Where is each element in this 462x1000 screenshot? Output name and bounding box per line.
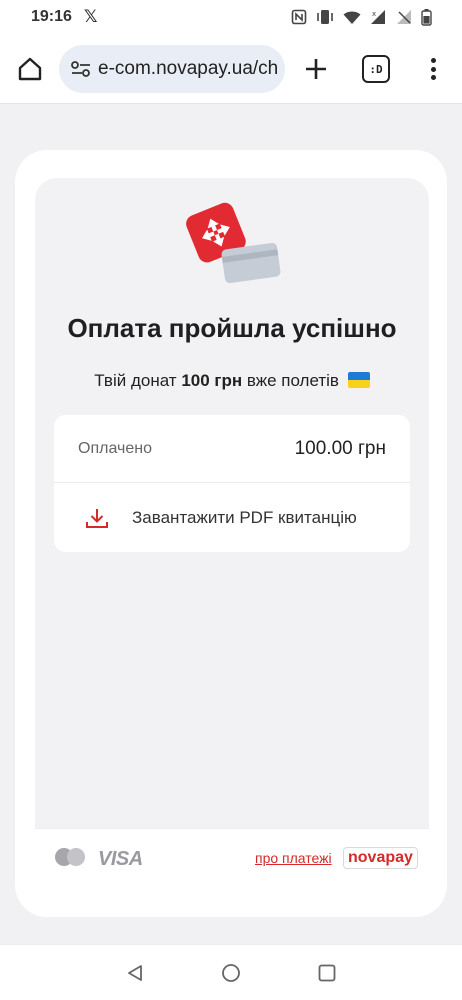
download-icon xyxy=(84,505,110,531)
signal-icon: x xyxy=(370,9,387,25)
plus-icon xyxy=(306,59,326,79)
battery-icon xyxy=(421,8,432,26)
donation-message: Твій донат 100 грн вже полетів xyxy=(35,371,429,391)
svg-text:x: x xyxy=(372,10,376,18)
status-icons: x xyxy=(291,8,432,26)
visa-logo: VISA xyxy=(98,848,143,870)
success-panel: Оплата пройшла успішно Твій донат 100 гр… xyxy=(35,178,429,828)
novapay-logo: novapay xyxy=(343,847,418,869)
mastercard-logo xyxy=(55,848,85,866)
signal-off-icon xyxy=(396,9,412,25)
nfc-icon xyxy=(291,9,307,25)
paid-amount: 100.00 грн xyxy=(294,437,386,459)
home-nav-icon xyxy=(222,963,240,982)
url-text[interactable]: e-com.novapay.ua/ch xyxy=(98,58,278,80)
home-nav-button[interactable] xyxy=(220,962,242,984)
x-app-icon: 𝕏 xyxy=(83,7,98,26)
paid-row: Оплачено 100.00 грн xyxy=(54,415,410,483)
about-payments-link[interactable]: про платежі xyxy=(255,850,332,866)
wifi-icon xyxy=(343,10,361,25)
download-receipt-button[interactable]: Завантажити PDF квитанцію xyxy=(54,483,410,552)
recents-icon xyxy=(318,964,336,981)
ukraine-flag-icon xyxy=(347,372,370,388)
donation-amount: 100 грн xyxy=(181,371,243,390)
site-settings-icon xyxy=(71,61,90,77)
browser-toolbar: e-com.novapay.ua/ch :D xyxy=(0,34,462,104)
back-icon xyxy=(128,964,142,981)
home-icon xyxy=(18,57,42,81)
payment-details: Оплачено 100.00 грн Завантажити PDF квит… xyxy=(54,415,410,552)
system-nav-bar xyxy=(0,944,462,1000)
payment-card: Оплата пройшла успішно Твій донат 100 гр… xyxy=(15,150,447,917)
download-label: Завантажити PDF квитанцію xyxy=(132,507,357,527)
vibrate-icon xyxy=(316,9,334,25)
menu-button[interactable] xyxy=(422,54,444,84)
address-bar[interactable]: e-com.novapay.ua/ch xyxy=(59,45,285,93)
home-button[interactable] xyxy=(14,53,46,85)
payment-footer: VISA про платежі novapay xyxy=(35,828,429,886)
back-button[interactable] xyxy=(124,962,146,984)
more-vert-icon xyxy=(430,58,436,63)
paid-label: Оплачено xyxy=(78,439,152,457)
status-time: 19:16 xyxy=(31,8,72,25)
tabs-button[interactable]: :D xyxy=(362,55,390,83)
site-settings-button[interactable] xyxy=(67,55,95,83)
tabs-icon: :D xyxy=(369,62,383,76)
new-tab-button[interactable] xyxy=(300,53,332,85)
status-bar: 19:16 𝕏 x xyxy=(0,0,462,34)
page-title: Оплата пройшла успішно xyxy=(67,313,397,343)
recents-button[interactable] xyxy=(316,962,338,984)
payment-success-icon xyxy=(186,202,281,284)
